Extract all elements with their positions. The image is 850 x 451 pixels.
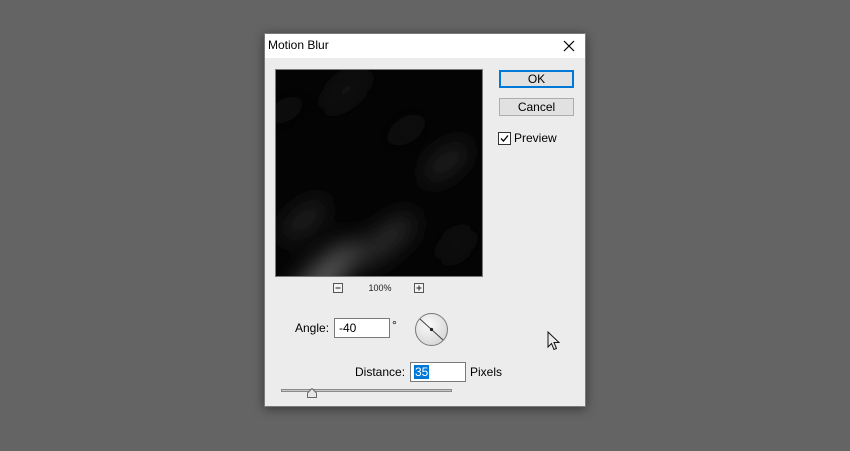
preview-checkbox[interactable]	[498, 132, 511, 145]
preview-image[interactable]	[275, 69, 483, 277]
angle-dial[interactable]	[414, 312, 449, 347]
mouse-cursor-icon	[547, 330, 561, 351]
plus-icon	[416, 285, 422, 291]
close-icon	[563, 40, 575, 52]
cancel-button[interactable]: Cancel	[499, 98, 574, 116]
ok-button[interactable]: OK	[499, 70, 574, 88]
angle-input[interactable]: -40	[334, 318, 390, 338]
angle-label: Angle:	[295, 321, 330, 335]
angle-value: -40	[339, 321, 357, 335]
motion-blur-dialog: Motion Blur 100% OK Cancel Preview Angle…	[264, 33, 586, 407]
zoom-level: 100%	[368, 283, 392, 293]
mouse-cursor	[547, 330, 561, 352]
preview-label: Preview	[514, 131, 557, 145]
distance-slider-thumb[interactable]	[307, 385, 317, 398]
angle-unit: °	[392, 318, 397, 332]
zoom-in-button[interactable]	[414, 283, 424, 293]
preview-blur-texture	[276, 70, 482, 276]
minus-icon	[335, 287, 341, 289]
distance-label: Distance:	[355, 365, 406, 379]
zoom-controls: 100%	[333, 283, 425, 297]
angle-dial-icon	[415, 313, 448, 346]
distance-unit: Pixels	[470, 365, 503, 379]
zoom-out-button[interactable]	[333, 283, 343, 293]
slider-thumb-shape	[307, 387, 317, 398]
distance-input[interactable]: 35	[410, 362, 466, 382]
checkmark-icon	[500, 135, 509, 142]
distance-value: 35	[414, 365, 430, 379]
dialog-title: Motion Blur	[268, 38, 329, 52]
close-button[interactable]	[553, 34, 585, 58]
title-bar[interactable]: Motion Blur	[265, 34, 585, 58]
